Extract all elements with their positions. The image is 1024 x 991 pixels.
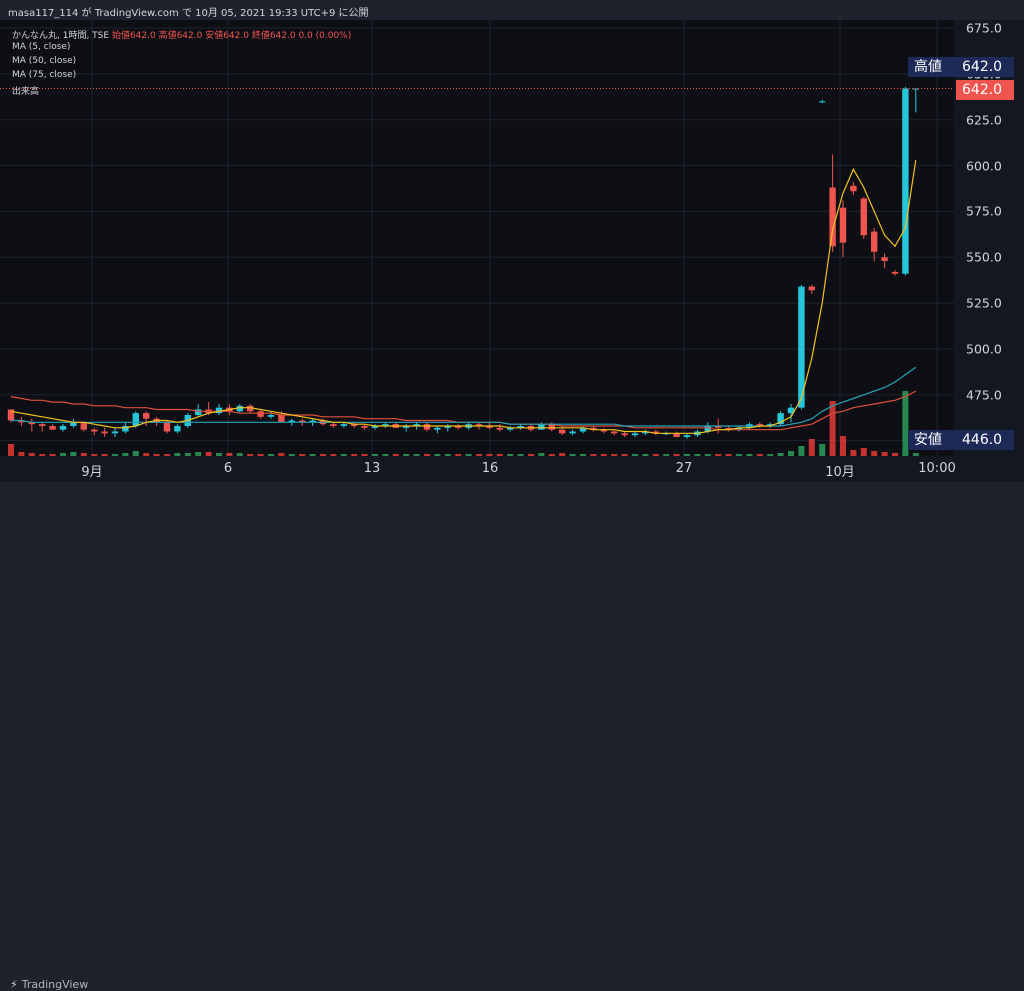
candle-body xyxy=(902,88,909,274)
legend-ohlc: 始値642.0 高値642.0 安値642.0 終値642.0 0.0 (0.0… xyxy=(111,31,352,41)
candle-body xyxy=(39,424,46,426)
time-tick-label: 10月 xyxy=(825,465,855,480)
volume-bar xyxy=(819,444,826,456)
publish-info-text: masa117_114 が TradingView.com で 10月 05, … xyxy=(8,8,369,19)
time-axis[interactable] xyxy=(0,456,1024,482)
candle-body xyxy=(611,431,618,434)
price-tick-label: 675.0 xyxy=(966,20,1002,36)
candle-body xyxy=(91,429,98,432)
legend-ma5[interactable]: MA (5, close) xyxy=(12,42,70,52)
legend-ma50[interactable]: MA (50, close) xyxy=(12,56,76,66)
price-tick-label: 600.0 xyxy=(966,158,1002,174)
candle-body xyxy=(361,425,368,428)
high-value-label: 642.0 xyxy=(956,56,1014,77)
grid-lines xyxy=(0,20,954,456)
legend-volume[interactable]: 出来高 xyxy=(12,84,39,97)
price-tick-label: 550.0 xyxy=(966,249,1002,265)
candle-body xyxy=(111,431,119,434)
candle-body xyxy=(808,286,815,291)
candle-body xyxy=(819,101,826,103)
volume-bar xyxy=(808,439,815,456)
candle-body xyxy=(569,431,576,434)
candle-body xyxy=(850,185,857,192)
high-label: 高値 xyxy=(908,56,956,77)
tradingview-logo[interactable]: ⚡ TradingView xyxy=(10,978,88,991)
legend-title: かんなん丸, 1時間, TSE xyxy=(12,31,110,41)
legend-ma75[interactable]: MA (75, close) xyxy=(12,70,76,80)
price-tick-label: 525.0 xyxy=(966,295,1002,311)
candle-body xyxy=(538,424,545,430)
candle-body xyxy=(860,198,867,236)
candle-body xyxy=(143,413,150,419)
price-tick-label: 500.0 xyxy=(966,341,1002,357)
volume-bar xyxy=(829,401,836,456)
candle-body xyxy=(174,425,181,432)
candle-body xyxy=(496,427,503,430)
volume-bar xyxy=(8,444,14,456)
candle-body xyxy=(49,425,56,430)
time-tick-label: 27 xyxy=(675,461,693,476)
candle-body xyxy=(621,433,628,436)
legend-symbol: かんなん丸, 1時間, TSE 始値642.0 高値642.0 安値642.0 … xyxy=(12,28,351,41)
tradingview-brand-text: TradingView xyxy=(21,978,89,991)
candles xyxy=(7,86,919,439)
volume-bar xyxy=(840,436,846,456)
price-tick-label: 575.0 xyxy=(966,203,1002,219)
candle-body xyxy=(80,422,87,430)
candle-body xyxy=(829,187,836,247)
candle-body xyxy=(881,257,888,261)
price-tick-label: 625.0 xyxy=(966,112,1002,128)
low-value-label: 446.0 xyxy=(956,430,1014,450)
candle-body xyxy=(267,414,275,417)
price-chart[interactable] xyxy=(0,20,954,456)
candle-body xyxy=(59,425,67,430)
chart-pane[interactable] xyxy=(0,20,954,456)
footer-bar: ⚡ TradingView xyxy=(0,482,1024,991)
candle-body xyxy=(163,422,171,432)
time-tick-label: 10:00 xyxy=(918,461,956,476)
candle-body xyxy=(330,424,337,426)
last-price-label: 642.0 xyxy=(956,79,1014,100)
ma5-line xyxy=(10,160,917,434)
tradingview-logo-icon: ⚡ xyxy=(10,978,18,991)
low-label: 安値 xyxy=(908,430,956,450)
candle-body xyxy=(101,431,108,434)
candle-body xyxy=(631,433,639,436)
candle-body xyxy=(839,207,847,243)
candle-body xyxy=(891,271,899,274)
candle-body xyxy=(559,429,566,434)
price-tick-label: 475.0 xyxy=(966,387,1002,403)
time-tick-label: 13 xyxy=(363,461,381,476)
candle-body xyxy=(871,231,878,252)
candle-body xyxy=(434,427,441,430)
volume-bar xyxy=(860,448,867,456)
candle-body xyxy=(278,414,285,423)
publish-info-bar: masa117_114 が TradingView.com で 10月 05, … xyxy=(0,0,1024,20)
candle-body xyxy=(257,411,264,417)
candle-body xyxy=(132,413,139,426)
time-tick-label: 6 xyxy=(223,461,233,476)
candle-body xyxy=(340,424,347,426)
volume-bar xyxy=(798,446,805,456)
moving-averages xyxy=(10,160,917,434)
time-tick-label: 16 xyxy=(481,461,499,476)
candle-body xyxy=(683,435,691,437)
candle-body xyxy=(423,424,431,430)
time-tick-label: 9月 xyxy=(81,465,103,480)
